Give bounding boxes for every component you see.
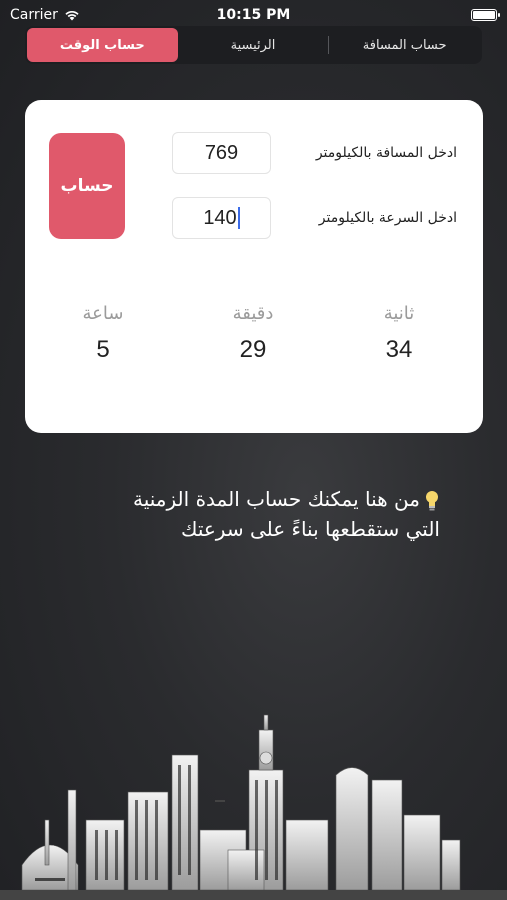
result-hours: ساعة 5 [53,303,153,364]
speed-input[interactable]: 140 [172,197,271,239]
lightbulb-icon [426,490,438,510]
carrier-label: Carrier [10,7,58,23]
minutes-label: دقيقة [232,303,274,324]
speed-input-value: 140 [203,206,237,229]
seconds-label: ثانية [383,303,415,324]
distance-label: ادخل المسافة بالكيلومتر [315,145,457,161]
distance-row: 769 ادخل المسافة بالكيلومتر [172,132,457,174]
calculate-button[interactable]: حساب [49,133,125,239]
tab-bar: حساب المسافة الرئيسية حساب الوقت [25,26,482,64]
minutes-value: 29 [239,336,267,363]
wifi-icon [65,10,79,21]
result-minutes: دقيقة 29 [203,303,303,364]
speed-label: ادخل السرعة بالكيلومتر [318,210,457,226]
info-line-1: من هنا يمكنك حساب المدة الزمنية [40,484,440,514]
status-left: Carrier [10,7,80,23]
tab-distance[interactable]: حساب المسافة [329,28,480,62]
text-caret [237,207,240,229]
skyline-illustration [0,714,507,900]
info-line-1-text: من هنا يمكنك حساب المدة الزمنية [133,487,420,511]
tab-time[interactable]: حساب الوقت [26,28,178,62]
speed-row: 140 ادخل السرعة بالكيلومتر [172,197,457,239]
distance-input-value: 769 [204,141,239,164]
info-line-2: التي ستقطعها بناءً على سرعتك [180,517,440,541]
hours-label: ساعة [82,303,124,324]
info-text: من هنا يمكنك حساب المدة الزمنية التي ستق… [40,484,440,544]
seconds-value: 34 [385,336,413,363]
tab-home[interactable]: الرئيسية [178,28,329,62]
distance-input[interactable]: 769 [172,132,271,174]
battery-icon [471,9,500,21]
hours-value: 5 [96,336,110,363]
calculator-card: 769 ادخل المسافة بالكيلومتر 140 ادخل الس… [25,100,483,433]
result-seconds: ثانية 34 [349,303,449,364]
